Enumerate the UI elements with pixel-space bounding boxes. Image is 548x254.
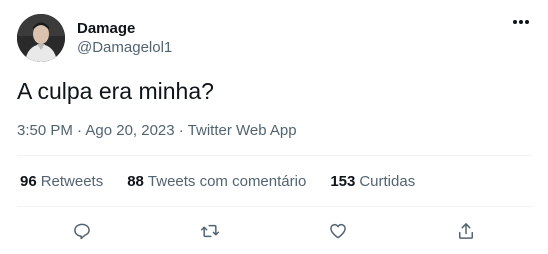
author-name[interactable]: Damage (77, 20, 135, 38)
like-icon (330, 223, 346, 239)
avatar[interactable] (17, 14, 65, 62)
tweet-text: A culpa era minha? (17, 78, 214, 104)
action-bar (0, 219, 548, 243)
tweet-metadata[interactable]: 3:50 PM · Ago 20, 2023 · Twitter Web App (17, 121, 297, 141)
retweet-button[interactable] (198, 219, 222, 243)
likes-stat[interactable]: 153 Curtidas (330, 172, 415, 192)
retweets-label: Retweets (40, 173, 104, 190)
likes-count: 153 (330, 173, 356, 190)
quote-tweets-stat[interactable]: 88 Tweets com comentário (127, 172, 306, 192)
reply-button[interactable] (70, 219, 94, 243)
tweet-card: Damage @Damagelol1 A culpa era minha? 3:… (0, 0, 548, 254)
engagement-stats: 96 Retweets 88 Tweets com comentário 153 Cu… (20, 172, 439, 192)
divider (17, 206, 532, 207)
retweet-icon (200, 224, 220, 238)
more-options-button[interactable] (508, 12, 534, 32)
reply-icon (74, 223, 90, 240)
quote-tweets-label: Tweets com comentário (147, 173, 307, 190)
likes-label: Curtidas (359, 173, 416, 190)
retweets-count: 96 (20, 173, 37, 190)
author-handle[interactable]: @Damagelol1 (77, 39, 172, 57)
quote-tweets-count: 88 (127, 173, 144, 190)
like-button[interactable] (326, 219, 350, 243)
more-options-icon (513, 20, 529, 24)
share-button[interactable] (454, 219, 478, 243)
retweets-stat[interactable]: 96 Retweets (20, 172, 103, 192)
divider (17, 155, 532, 156)
share-icon (459, 223, 473, 239)
user-avatar-photo-icon (17, 14, 65, 62)
